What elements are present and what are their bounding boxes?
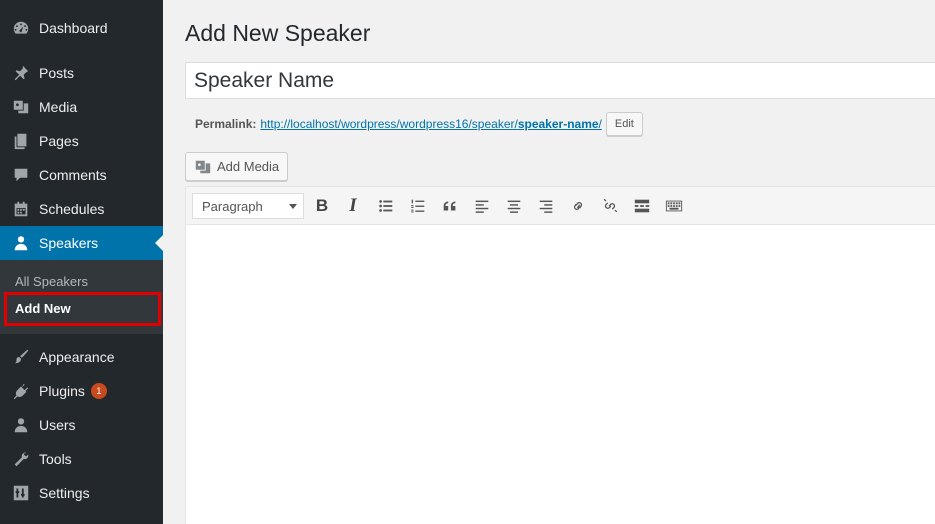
bulleted-list-icon (379, 200, 393, 212)
calendar-icon (11, 199, 31, 219)
submenu-item-all-speakers[interactable]: All Speakers (0, 267, 163, 295)
user-icon (11, 233, 31, 253)
sidebar-item-appearance[interactable]: Appearance (0, 340, 163, 374)
sidebar-item-speakers[interactable]: Speakers (0, 226, 163, 260)
sidebar-item-label: Schedules (39, 201, 105, 217)
add-media-button[interactable]: Add Media (185, 152, 289, 181)
sidebar-item-label: Plugins (39, 383, 85, 399)
numbered-list-button[interactable] (406, 194, 430, 218)
align-center-icon (507, 200, 521, 213)
permalink-label: Permalink: (195, 117, 257, 131)
pin-icon (11, 63, 31, 83)
pages-icon (11, 131, 31, 151)
page-title: Add New Speaker (185, 20, 371, 46)
numbered-list-icon (411, 199, 425, 213)
bulleted-list-button[interactable] (374, 194, 398, 218)
sidebar-item-label: Dashboard (39, 20, 108, 36)
quote-icon (443, 201, 456, 211)
update-count-badge: 1 (90, 383, 107, 399)
align-left-button[interactable] (470, 194, 494, 218)
wrench-icon (11, 449, 31, 469)
settings-icon (11, 483, 31, 503)
keyboard-icon (665, 200, 683, 212)
permalink-link[interactable]: http://localhost/wordpress/wordpress16/s… (260, 117, 602, 131)
format-select-value: Paragraph (202, 198, 263, 214)
sidebar-item-label: Posts (39, 65, 75, 81)
italic-button[interactable]: I (341, 194, 365, 218)
sidebar-item-dashboard[interactable]: Dashboard (0, 11, 163, 45)
link-icon (573, 202, 583, 210)
permalink-slug: speaker-name (517, 117, 599, 131)
admin-sidebar: Dashboard Posts Media Pages Comments Sch… (0, 0, 163, 524)
sidebar-item-label: Pages (39, 133, 79, 149)
blockquote-button[interactable] (438, 194, 462, 218)
sidebar-item-posts[interactable]: Posts (0, 56, 163, 90)
permalink-row: Permalink: http://localhost/wordpress/wo… (195, 112, 643, 136)
sidebar-item-settings[interactable]: Settings (0, 476, 163, 510)
sidebar-item-label: Media (39, 99, 78, 115)
brush-icon (11, 347, 31, 367)
comment-icon (11, 165, 31, 185)
users-icon (11, 415, 31, 435)
sidebar-item-users[interactable]: Users (0, 408, 163, 442)
highlight-box (4, 292, 161, 326)
edit-permalink-button[interactable]: Edit (605, 112, 643, 136)
plugin-icon (11, 381, 31, 401)
insert-link-button[interactable] (566, 194, 590, 218)
content-editor[interactable]: Paragraph B I (185, 186, 935, 524)
sidebar-item-plugins[interactable]: Plugins 1 (0, 374, 163, 408)
media-icon (195, 160, 211, 173)
media-icon (11, 97, 31, 117)
editor-toolbar: Paragraph B I (186, 187, 935, 225)
sidebar-item-label: Users (39, 417, 76, 433)
speaker-title-input[interactable]: Speaker Name (185, 62, 935, 99)
align-center-button[interactable] (502, 194, 526, 218)
sidebar-item-label: Appearance (39, 349, 115, 365)
sidebar-item-label: Comments (39, 167, 107, 183)
sidebar-item-label: Settings (39, 485, 90, 501)
chevron-down-icon (289, 204, 297, 209)
remove-link-button[interactable] (598, 194, 622, 218)
align-right-button[interactable] (534, 194, 558, 218)
toolbar-toggle-button[interactable] (662, 194, 686, 218)
sidebar-item-pages[interactable]: Pages (0, 124, 163, 158)
dashboard-icon (11, 18, 31, 38)
insert-more-button[interactable] (630, 194, 654, 218)
align-left-icon (475, 200, 489, 213)
align-right-icon (539, 200, 553, 213)
bold-button[interactable]: B (310, 194, 334, 218)
italic-icon: I (349, 195, 357, 216)
sidebar-item-media[interactable]: Media (0, 90, 163, 124)
sidebar-item-comments[interactable]: Comments (0, 158, 163, 192)
add-media-label: Add Media (217, 159, 280, 174)
read-more-icon (634, 199, 650, 213)
format-select[interactable]: Paragraph (192, 193, 304, 219)
sidebar-item-label: Speakers (39, 235, 99, 251)
sidebar-item-schedules[interactable]: Schedules (0, 192, 163, 226)
bold-icon: B (315, 196, 329, 215)
sidebar-item-label: Tools (39, 451, 72, 467)
sidebar-item-tools[interactable]: Tools (0, 442, 163, 476)
unlink-icon (603, 198, 618, 213)
